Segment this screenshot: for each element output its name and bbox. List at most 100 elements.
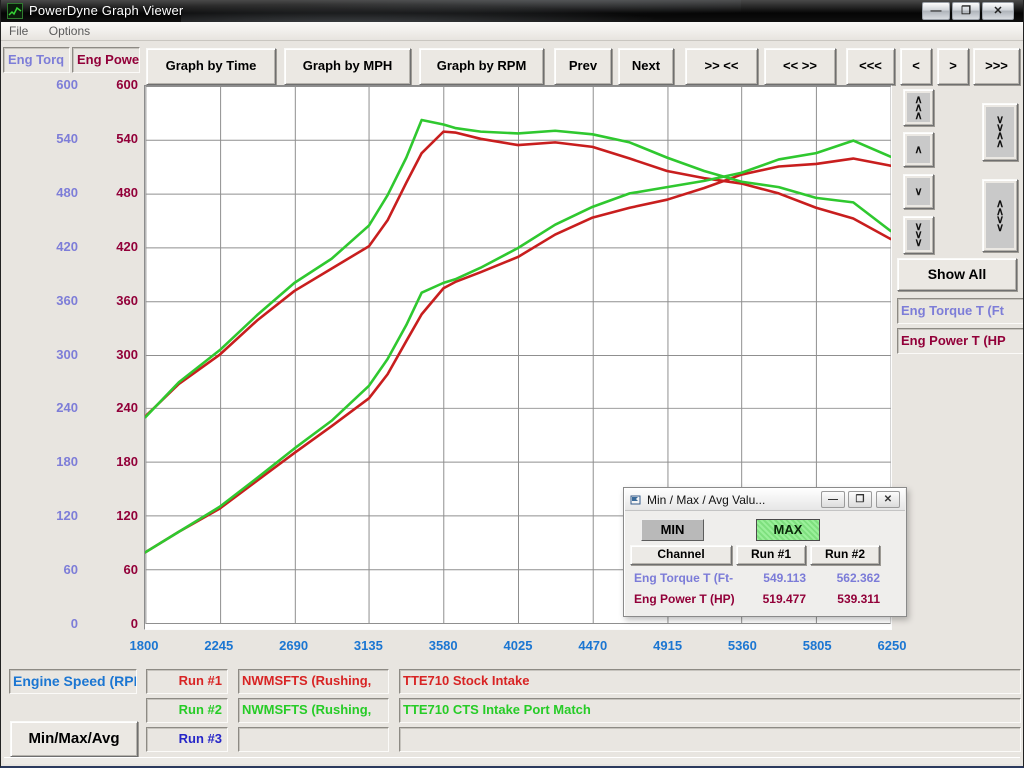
y-power-tick-label: 540 <box>79 131 141 146</box>
chevrons-converge-icon: ∨∨∧∧ <box>986 107 1014 157</box>
compress-y-button[interactable]: ∨∨∧∧ <box>982 103 1018 161</box>
scroll-down-button[interactable]: ∨ <box>903 174 934 209</box>
x-axis-tick-label: 2690 <box>279 638 308 653</box>
menu-item-options[interactable]: Options <box>41 22 98 40</box>
graph-by-rpm-button[interactable]: Graph by RPM <box>419 48 544 85</box>
prev-button[interactable]: Prev <box>554 48 612 85</box>
x-axis-tick-label: 1800 <box>130 638 159 653</box>
close-button[interactable]: ✕ <box>982 2 1014 20</box>
chevrons-diverge-icon: ∧∧∨∨ <box>986 183 1014 248</box>
minmax-window[interactable]: Min / Max / Avg Valu... — ❐ ✕ MIN MAX Ch… <box>623 487 907 617</box>
x-axis-tick-label: 4915 <box>653 638 682 653</box>
y-torque-tick-label: 240 <box>19 400 81 415</box>
x-axis: 1800224526903135358040254470491553605805… <box>144 638 904 656</box>
run-3-description-box[interactable] <box>399 727 1021 752</box>
window-title: PowerDyne Graph Viewer <box>29 3 183 18</box>
run-1-description-box[interactable]: TTE710 Stock Intake <box>399 669 1021 694</box>
y-torque-tick-label: 480 <box>19 185 81 200</box>
column-header-channel[interactable]: Channel <box>630 545 732 565</box>
max-tab-button[interactable]: MAX <box>756 519 820 541</box>
min-tab-button[interactable]: MIN <box>641 519 704 541</box>
column-header-run2[interactable]: Run #2 <box>810 545 880 565</box>
minmax-row-power-channel: Eng Power T (HP) <box>634 592 735 606</box>
legend-power-channel[interactable]: Eng Power T (HP <box>897 328 1024 354</box>
minmax-torque-run1-value: 549.113 <box>736 571 806 585</box>
chevron-down-icon: ∨ <box>907 178 930 205</box>
compress-x-button[interactable]: >> << <box>685 48 758 85</box>
scroll-up-button[interactable]: ∧ <box>903 132 934 167</box>
torque-axis-channel-button[interactable]: Eng Torq <box>3 47 70 73</box>
title-bar: PowerDyne Graph Viewer — ❐ ✕ <box>1 0 1023 22</box>
y-torque-tick-label: 120 <box>19 508 81 523</box>
run-2-label: Run #2 <box>146 698 228 723</box>
y-power-tick-label: 480 <box>79 185 141 200</box>
minmax-avg-button[interactable]: Min/Max/Avg <box>10 721 138 757</box>
y-power-tick-label: 180 <box>79 454 141 469</box>
chevron-down-triple-icon: ∨∨∨ <box>907 220 930 250</box>
scroll-right-button[interactable]: > <box>937 48 969 85</box>
y-power-tick-label: 0 <box>79 616 141 631</box>
power-axis-channel-button[interactable]: Eng Powe <box>72 47 140 73</box>
x-axis-tick-label: 4470 <box>578 638 607 653</box>
maximize-button[interactable]: ❐ <box>952 2 980 20</box>
run-1-label: Run #1 <box>146 669 228 694</box>
run-2-file-box[interactable]: NWMSFTS (Rushing, <box>238 698 389 723</box>
chevron-up-triple-icon: ∧∧∧ <box>907 93 930 122</box>
graph-by-mph-button[interactable]: Graph by MPH <box>284 48 411 85</box>
show-all-button[interactable]: Show All <box>897 258 1017 291</box>
scroll-far-left-button[interactable]: <<< <box>846 48 895 85</box>
y-power-tick-label: 360 <box>79 293 141 308</box>
y-power-tick-label: 240 <box>79 400 141 415</box>
run-3-file-box[interactable] <box>238 727 389 752</box>
y-torque-tick-label: 300 <box>19 347 81 362</box>
run-2-description-box[interactable]: TTE710 CTS Intake Port Match <box>399 698 1021 723</box>
titlebar-glass-sheen <box>181 0 741 22</box>
run-1-file-box[interactable]: NWMSFTS (Rushing, <box>238 669 389 694</box>
scroll-far-right-button[interactable]: >>> <box>973 48 1020 85</box>
y-axis-power: 060120180240300360420480540600 <box>79 85 141 630</box>
graph-by-time-button[interactable]: Graph by Time <box>146 48 276 85</box>
minmax-title-bar[interactable]: Min / Max / Avg Valu... — ❐ ✕ <box>625 489 905 511</box>
minmax-close-button[interactable]: ✕ <box>876 491 900 508</box>
expand-y-button[interactable]: ∧∧∨∨ <box>982 179 1018 252</box>
scroll-left-button[interactable]: < <box>900 48 932 85</box>
minmax-window-icon <box>630 493 643 511</box>
y-torque-tick-label: 360 <box>19 293 81 308</box>
x-axis-tick-label: 2245 <box>204 638 233 653</box>
y-torque-tick-label: 420 <box>19 239 81 254</box>
y-power-tick-label: 600 <box>79 77 141 92</box>
chevron-up-icon: ∧ <box>907 136 930 163</box>
scroll-down-fast-button[interactable]: ∨∨∨ <box>903 216 934 254</box>
minimize-button[interactable]: — <box>922 2 950 20</box>
y-torque-tick-label: 60 <box>19 562 81 577</box>
y-torque-tick-label: 540 <box>19 131 81 146</box>
y-power-tick-label: 300 <box>79 347 141 362</box>
y-power-tick-label: 60 <box>79 562 141 577</box>
minmax-power-run1-value: 519.477 <box>736 592 806 606</box>
scroll-up-fast-button[interactable]: ∧∧∧ <box>903 89 934 126</box>
x-axis-tick-label: 3580 <box>429 638 458 653</box>
y-power-tick-label: 420 <box>79 239 141 254</box>
app-icon[interactable] <box>7 3 23 19</box>
x-axis-tick-label: 6250 <box>878 638 907 653</box>
minmax-restore-button[interactable]: ❐ <box>848 491 872 508</box>
y-torque-tick-label: 180 <box>19 454 81 469</box>
expand-x-button[interactable]: << >> <box>764 48 836 85</box>
y-torque-tick-label: 600 <box>19 77 81 92</box>
x-axis-tick-label: 4025 <box>504 638 533 653</box>
minmax-window-title: Min / Max / Avg Valu... <box>647 493 765 507</box>
y-power-tick-label: 120 <box>79 508 141 523</box>
minmax-minimize-button[interactable]: — <box>821 491 845 508</box>
x-axis-tick-label: 3135 <box>354 638 383 653</box>
menu-item-file[interactable]: File <box>1 22 36 40</box>
minmax-row-torque-channel: Eng Torque T (Ft- <box>634 571 733 585</box>
run-3-label: Run #3 <box>146 727 228 752</box>
minmax-torque-run2-value: 562.362 <box>810 571 880 585</box>
x-axis-channel-box[interactable]: Engine Speed (RPM) <box>9 669 137 694</box>
y-axis-torque: 060120180240300360420480540600 <box>19 85 81 630</box>
column-header-run1[interactable]: Run #1 <box>736 545 806 565</box>
legend-torque-channel[interactable]: Eng Torque T (Ft <box>897 298 1024 324</box>
window-bottom-edge <box>4 757 1020 764</box>
next-button[interactable]: Next <box>618 48 674 85</box>
y-torque-tick-label: 0 <box>19 616 81 631</box>
